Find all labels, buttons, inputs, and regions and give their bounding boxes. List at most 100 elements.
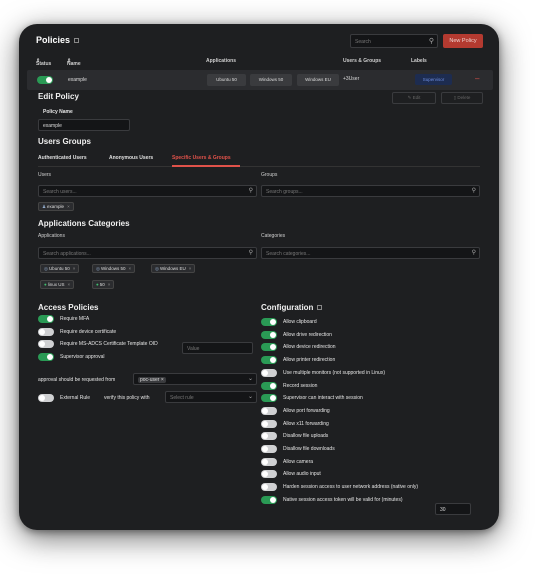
policy-name-label: Policy Name <box>43 109 73 115</box>
remove-chip-icon[interactable]: × <box>67 204 70 209</box>
remove-tag-icon[interactable]: × <box>161 377 164 383</box>
tab-authenticated-users[interactable]: Authenticated Users <box>38 155 87 161</box>
config-option-label: Disallow file uploads <box>283 433 329 440</box>
row-name: example <box>68 77 87 83</box>
chevron-down-icon: ⌄ <box>247 376 253 382</box>
tabs-divider <box>38 166 480 167</box>
users-label: Users <box>38 172 52 178</box>
users-search-input[interactable]: Search users... ⚲ <box>38 185 257 197</box>
configuration-title: Configuration <box>261 303 323 312</box>
edit-policy-title: Edit Policy <box>38 92 79 101</box>
access-option-label: Require device certificate <box>60 328 117 335</box>
app-chip: Windows 50 <box>250 74 292 86</box>
users-count: +3User <box>343 76 360 82</box>
approver-select[interactable]: poc-user × ⌄ <box>133 373 257 385</box>
config-option-toggle[interactable] <box>261 432 277 441</box>
oid-value-input[interactable]: Value <box>182 342 253 354</box>
access-option-toggle[interactable] <box>38 315 54 323</box>
app-chip: Windows EU <box>297 74 339 86</box>
access-policies-title: Access Policies <box>38 303 99 312</box>
groups-search-input[interactable]: Search groups... ⚲ <box>261 185 480 197</box>
search-icon: ⚲ <box>248 250 253 256</box>
user-icon: ♟ <box>42 204 47 209</box>
categories-search-input[interactable]: Search categories... ⚲ <box>261 247 480 259</box>
applications-search-input[interactable]: Search applications... ⚲ <box>38 247 257 259</box>
config-option-toggle[interactable] <box>261 343 277 352</box>
config-option-label: Record session <box>283 382 318 389</box>
table-row[interactable]: example Ubuntu 50 Windows 50 Windows EU … <box>27 70 493 90</box>
external-rule-toggle[interactable] <box>38 394 54 402</box>
active-tab-indicator <box>172 165 240 167</box>
app-icon: ● <box>96 282 99 287</box>
config-option-toggle[interactable] <box>261 495 277 504</box>
token-minutes-input[interactable]: 30 <box>435 503 471 515</box>
access-option-label: Supervisor approval <box>60 354 105 361</box>
config-option-toggle[interactable] <box>261 381 277 390</box>
config-option-label: Harden session access to user network ad… <box>283 484 419 491</box>
config-option-toggle[interactable] <box>261 368 277 377</box>
page-title: Policies <box>36 35 80 45</box>
config-option-toggle[interactable] <box>261 483 277 492</box>
remove-chip-icon[interactable]: × <box>189 266 192 271</box>
column-users-groups: Users & Groups <box>343 58 382 64</box>
config-option-toggle[interactable] <box>261 419 277 428</box>
access-option-label: Require MFA <box>60 316 90 322</box>
delete-row-icon[interactable]: – <box>475 74 479 83</box>
table-header: Status ⇕ Name ⇕ Applications Users & Gro… <box>19 55 499 69</box>
app-chip[interactable]: ◎Windows 50 × <box>92 264 136 273</box>
verify-label: verify this policy with <box>104 395 150 401</box>
chevron-down-icon: ⌄ <box>247 394 253 400</box>
access-option-toggle[interactable] <box>38 353 54 362</box>
config-option-toggle[interactable] <box>261 445 277 453</box>
config-option-label: Native session access token will be vali… <box>283 496 403 503</box>
edit-button[interactable]: ✎ Edit <box>392 92 436 104</box>
remove-chip-icon[interactable]: × <box>73 266 76 271</box>
remove-chip-icon[interactable]: × <box>108 282 111 287</box>
new-policy-button[interactable]: New Policy <box>443 34 483 48</box>
app-icon: ◎ <box>155 266 159 271</box>
config-option-toggle[interactable] <box>261 330 277 339</box>
app-chip[interactable]: ◎Ubuntu 50 × <box>40 264 80 273</box>
config-option-toggle[interactable] <box>261 406 277 415</box>
user-chip[interactable]: ♟example × <box>38 202 74 211</box>
app-chip[interactable]: ◎Windows EU × <box>151 264 196 273</box>
info-icon <box>74 38 80 44</box>
status-toggle[interactable] <box>37 76 53 84</box>
remove-chip-icon[interactable]: × <box>67 282 70 287</box>
config-option-toggle[interactable] <box>261 470 277 479</box>
search-icon: ⚲ <box>248 188 253 194</box>
search-icon: ⚲ <box>471 250 476 256</box>
access-option-toggle[interactable] <box>38 327 54 336</box>
config-option-label: Allow clipboard <box>283 319 317 325</box>
tab-specific-users-groups[interactable]: Specific Users & Groups <box>172 155 231 161</box>
config-option-label: Supervisor can interact with session <box>283 395 363 402</box>
policies-window: Policies Search ⚲ New Policy Status ⇕ Nam… <box>19 24 499 530</box>
app-chip[interactable]: ●linux US × <box>40 280 75 289</box>
label-badge: Supervisor <box>415 74 452 85</box>
app-icon: ◎ <box>96 266 100 271</box>
config-option-label: Allow port forwarding <box>283 407 330 414</box>
external-rule-label: External Rule <box>60 395 91 401</box>
access-option-label: Require MS-ADCS Certificate Template OID <box>60 341 158 348</box>
search-input[interactable]: Search ⚲ <box>350 34 438 48</box>
config-option-label: Allow audio input <box>283 471 321 478</box>
rule-select[interactable]: Select rule ⌄ <box>165 391 257 403</box>
config-option-label: Disallow file downloads <box>283 446 335 452</box>
applications-categories-title: Applications Categories <box>38 219 130 228</box>
remove-chip-icon[interactable]: × <box>128 266 131 271</box>
column-status[interactable]: Status ⇕ <box>36 58 51 67</box>
config-option-toggle[interactable] <box>261 457 277 466</box>
config-option-toggle[interactable] <box>261 356 277 365</box>
app-chip[interactable]: ●50 × <box>92 280 115 289</box>
info-icon <box>317 305 323 311</box>
app-chip: Ubuntu 50 <box>207 74 246 86</box>
access-option-toggle[interactable] <box>38 340 54 349</box>
column-name[interactable]: Name ⇕ <box>67 58 81 67</box>
app-icon: ◎ <box>44 266 48 271</box>
config-option-toggle[interactable] <box>261 318 277 326</box>
tab-anonymous-users[interactable]: Anonymous Users <box>109 155 153 161</box>
policy-name-input[interactable]: example <box>38 119 130 131</box>
delete-button[interactable]: ▯ Delete <box>441 92 483 104</box>
config-option-toggle[interactable] <box>261 394 277 403</box>
trash-icon: ▯ <box>453 95 457 100</box>
